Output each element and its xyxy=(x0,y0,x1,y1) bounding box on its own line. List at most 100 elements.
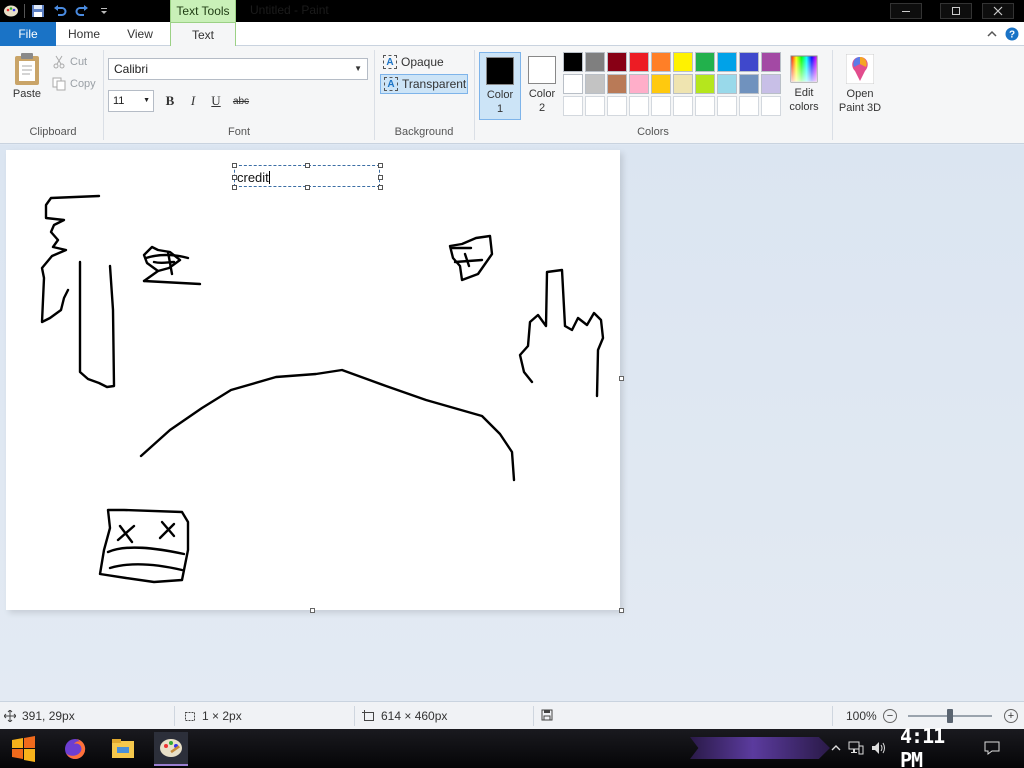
colors-group-label: Colors xyxy=(637,126,669,138)
palette-color-swatch[interactable] xyxy=(761,52,781,72)
save-icon[interactable] xyxy=(29,2,47,20)
palette-color-swatch[interactable] xyxy=(695,52,715,72)
help-icon[interactable]: ? xyxy=(1004,26,1020,42)
zoom-in-button[interactable]: + xyxy=(1004,709,1018,723)
text-box-handle[interactable] xyxy=(232,185,237,190)
text-box-handle[interactable] xyxy=(378,163,383,168)
paint-taskbar-button[interactable] xyxy=(154,732,188,766)
palette-color-swatch[interactable] xyxy=(717,52,737,72)
text-box-content[interactable]: credit xyxy=(237,170,270,185)
palette-color-swatch[interactable] xyxy=(629,52,649,72)
palette-color-swatch[interactable] xyxy=(607,52,627,72)
palette-color-swatch[interactable] xyxy=(739,96,759,116)
undo-icon[interactable] xyxy=(51,2,69,20)
palette-color-swatch[interactable] xyxy=(695,74,715,94)
open-paint3d-label-2: Paint 3D xyxy=(838,102,882,114)
palette-color-swatch[interactable] xyxy=(563,52,583,72)
canvas-resize-handle-corner[interactable] xyxy=(619,608,624,613)
start-button[interactable] xyxy=(6,732,40,766)
color1-button[interactable]: Color 1 xyxy=(479,52,521,120)
color1-number: 1 xyxy=(496,103,504,115)
text-box-handle[interactable] xyxy=(378,185,383,190)
edit-colors-button[interactable]: Edit colors xyxy=(783,52,825,120)
tab-view[interactable]: View xyxy=(112,22,168,46)
bold-button[interactable]: B xyxy=(160,91,180,111)
move-cursor-icon xyxy=(4,710,16,722)
redo-icon[interactable] xyxy=(73,2,91,20)
palette-color-swatch[interactable] xyxy=(761,96,781,116)
underline-button[interactable]: U xyxy=(206,91,226,111)
show-hidden-icons-chevron-icon[interactable] xyxy=(828,740,844,756)
edit-colors-label: Edit xyxy=(794,87,814,99)
palette-color-swatch[interactable] xyxy=(607,96,627,116)
palette-color-swatch[interactable] xyxy=(717,74,737,94)
italic-button[interactable]: I xyxy=(183,91,203,111)
text-box-handle[interactable] xyxy=(232,163,237,168)
text-box-handle[interactable] xyxy=(305,163,310,168)
cut-button[interactable]: Cut xyxy=(52,52,87,72)
palette-color-swatch[interactable] xyxy=(651,74,671,94)
palette-color-swatch[interactable] xyxy=(629,96,649,116)
taskbar-clock[interactable]: 4:11 PM xyxy=(900,724,966,768)
color1-swatch xyxy=(486,57,514,85)
palette-color-swatch[interactable] xyxy=(651,96,671,116)
palette-color-swatch[interactable] xyxy=(607,74,627,94)
close-button[interactable] xyxy=(982,3,1014,19)
notification-icon[interactable] xyxy=(984,740,1000,756)
transparent-label: Transparent xyxy=(402,77,467,91)
canvas-resize-handle-right[interactable] xyxy=(619,376,624,381)
opaque-button[interactable]: A Opaque xyxy=(380,52,468,72)
palette-color-swatch[interactable] xyxy=(651,52,671,72)
color2-button[interactable]: Color 2 xyxy=(521,52,563,120)
zoom-slider-thumb[interactable] xyxy=(947,709,953,723)
tab-text[interactable]: Text xyxy=(170,22,236,47)
firefox-taskbar-button[interactable] xyxy=(58,732,92,766)
copy-button[interactable]: Copy xyxy=(52,74,96,94)
tab-file[interactable]: File xyxy=(0,22,56,46)
file-explorer-taskbar-button[interactable] xyxy=(106,732,140,766)
customize-qat-chevron-icon[interactable] xyxy=(95,2,113,20)
palette-color-swatch[interactable] xyxy=(673,52,693,72)
maximize-button[interactable] xyxy=(940,3,972,19)
text-box-handle[interactable] xyxy=(305,185,310,190)
image-size-value: 614 × 460px xyxy=(381,709,448,723)
palette-color-swatch[interactable] xyxy=(563,96,583,116)
canvas-resize-handle-bottom[interactable] xyxy=(310,608,315,613)
palette-color-swatch[interactable] xyxy=(673,74,693,94)
edit-colors-label-2: colors xyxy=(789,101,819,113)
palette-color-swatch[interactable] xyxy=(585,96,605,116)
separator xyxy=(474,50,475,140)
volume-icon[interactable] xyxy=(871,740,887,756)
tab-home[interactable]: Home xyxy=(56,22,112,46)
open-paint3d-button[interactable]: Open Paint 3D xyxy=(836,52,884,120)
zoom-out-button[interactable]: − xyxy=(883,709,897,723)
palette-color-swatch[interactable] xyxy=(563,74,583,94)
collapse-ribbon-chevron-icon[interactable] xyxy=(984,26,1000,42)
minimize-button[interactable] xyxy=(890,3,922,19)
paint3d-icon xyxy=(846,54,874,84)
palette-color-swatch[interactable] xyxy=(629,74,649,94)
network-icon[interactable] xyxy=(848,740,864,756)
palette-color-swatch[interactable] xyxy=(695,96,715,116)
palette-color-swatch[interactable] xyxy=(739,52,759,72)
taskbar-decoration xyxy=(690,737,830,759)
image-size-icon xyxy=(362,710,374,721)
palette-color-swatch[interactable] xyxy=(717,96,737,116)
separator xyxy=(103,50,104,140)
text-box-handle[interactable] xyxy=(378,175,383,180)
drawing-canvas[interactable]: credit xyxy=(6,150,620,610)
palette-color-swatch[interactable] xyxy=(739,74,759,94)
color2-swatch xyxy=(528,56,556,84)
palette-color-swatch[interactable] xyxy=(673,96,693,116)
text-box[interactable]: credit xyxy=(232,163,383,190)
transparent-button[interactable]: A Transparent xyxy=(380,74,468,94)
palette-color-swatch[interactable] xyxy=(585,52,605,72)
paste-button[interactable]: Paste xyxy=(6,52,48,110)
palette-color-swatch[interactable] xyxy=(585,74,605,94)
font-family-select[interactable]: Calibri ▼ xyxy=(108,58,368,80)
clipboard-group-label: Clipboard xyxy=(29,126,77,138)
palette-color-swatch[interactable] xyxy=(761,74,781,94)
font-size-select[interactable]: 11 ▼ xyxy=(108,90,154,112)
paint-app-icon[interactable] xyxy=(2,2,20,20)
strikethrough-button[interactable]: abc xyxy=(229,91,253,111)
